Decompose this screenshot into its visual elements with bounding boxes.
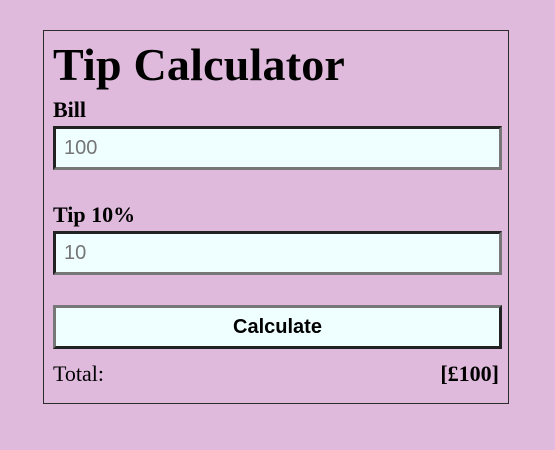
total-label: Total: [53,361,105,387]
tip-label: Tip 10% [53,202,136,228]
page-title: Tip Calculator [53,39,346,90]
tip-calculator-card: Tip Calculator Bill Tip 10% Calculate To… [43,30,509,404]
total-value: [£100] [440,361,499,387]
calculate-button[interactable]: Calculate [53,305,502,350]
total-row: Total: [£100] [53,361,499,387]
bill-input[interactable] [53,126,502,171]
bill-label: Bill [53,97,87,123]
tip-input[interactable] [53,231,502,276]
